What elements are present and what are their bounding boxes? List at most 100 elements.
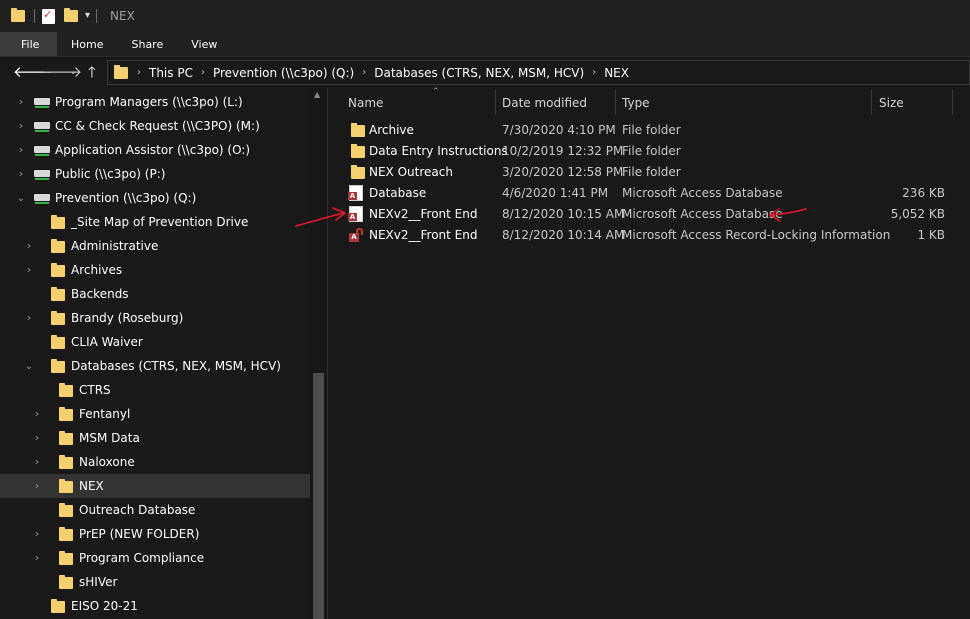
breadcrumb-nex[interactable]: NEX	[604, 66, 629, 80]
folder-icon[interactable]	[11, 8, 25, 22]
nav-item[interactable]: Backends	[0, 282, 310, 306]
nav-item-label: Databases (CTRS, NEX, MSM, HCV)	[71, 359, 281, 373]
chevron-right-icon[interactable]: ›	[15, 169, 27, 180]
folder-icon	[59, 575, 73, 589]
scroll-up-icon[interactable]: ▲	[314, 90, 320, 99]
nav-item-label: Backends	[71, 287, 129, 301]
chevron-right-icon[interactable]: ›	[31, 529, 43, 540]
breadcrumb-databases[interactable]: Databases (CTRS, NEX, MSM, HCV)	[374, 66, 584, 80]
nav-item[interactable]: › Fentanyl	[0, 402, 310, 426]
column-header-date[interactable]: Date modified	[502, 90, 587, 115]
chevron-right-icon[interactable]: ›	[15, 121, 27, 132]
properties-icon[interactable]	[42, 8, 55, 24]
chevron-right-icon[interactable]: ›	[31, 553, 43, 564]
nav-item[interactable]: ⌄ Databases (CTRS, NEX, MSM, HCV)	[0, 354, 310, 378]
nav-item[interactable]: Outreach Database	[0, 498, 310, 522]
nav-item-label: _Site Map of Prevention Drive	[71, 215, 249, 229]
file-row[interactable]: A NEXv2__Front End 8/12/2020 10:14 AM Micro…	[343, 225, 953, 246]
nav-item-label: CTRS	[79, 383, 111, 397]
chevron-right-icon[interactable]: ›	[23, 241, 35, 252]
chevron-right-icon[interactable]: ›	[31, 457, 43, 468]
column-header-name[interactable]: ⌃ Name	[348, 87, 440, 115]
nav-item[interactable]: › Administrative	[0, 234, 310, 258]
column-type-label: Type	[622, 95, 650, 110]
file-row[interactable]: A NEXv2__Front End 8/12/2020 10:15 AM Micro…	[343, 204, 953, 225]
breadcrumb-this-pc[interactable]: This PC	[149, 66, 193, 80]
nav-item-label: Program Managers (\\c3po) (L:)	[55, 95, 243, 109]
file-type: Microsoft Access Record-Locking Informat…	[622, 228, 891, 242]
chevron-right-icon[interactable]: ›	[201, 67, 205, 78]
chevron-right-icon[interactable]: ›	[137, 67, 141, 78]
toolbar-divider	[96, 9, 98, 23]
column-divider[interactable]	[952, 90, 953, 115]
new-folder-icon[interactable]	[64, 8, 78, 22]
folder-icon	[351, 165, 365, 179]
folder-icon	[114, 64, 128, 79]
recent-locations-chevron-icon[interactable]: ⌄	[69, 63, 77, 81]
customize-quick-access-icon[interactable]: ▾	[85, 11, 90, 21]
nav-item-label: MSM Data	[79, 431, 140, 445]
chevron-right-icon[interactable]: ›	[23, 313, 35, 324]
folder-icon	[59, 431, 73, 445]
nav-item[interactable]: › Application Assistor (\\c3po) (O:)	[0, 138, 310, 162]
file-row[interactable]: A Database 4/6/2020 1:41 PM Microsoft Acces…	[343, 183, 953, 204]
folder-icon	[51, 239, 65, 253]
network-drive-icon	[34, 168, 50, 180]
address-bar[interactable]: › This PC › Prevention (\\c3po) (Q:) › D…	[107, 60, 970, 85]
nav-item[interactable]: _Site Map of Prevention Drive	[0, 210, 310, 234]
chevron-down-icon[interactable]: ⌄	[23, 361, 35, 372]
toolbar-divider	[34, 9, 35, 23]
file-row[interactable]: Data Entry Instructions 10/2/2019 12:32 P…	[343, 141, 953, 162]
tab-file[interactable]: File	[0, 32, 57, 56]
folder-icon	[59, 479, 73, 493]
column-divider[interactable]	[495, 90, 496, 115]
breadcrumb-prevention[interactable]: Prevention (\\c3po) (Q:)	[213, 66, 354, 80]
file-row[interactable]: NEX Outreach 3/20/2020 12:58 PM File folde…	[343, 162, 953, 183]
file-row[interactable]: Archive 7/30/2020 4:10 PM File folder	[343, 120, 953, 141]
nav-item[interactable]: › Public (\\c3po) (P:)	[0, 162, 310, 186]
file-name: NEXv2__Front End	[369, 228, 478, 242]
scrollbar-thumb[interactable]	[313, 373, 324, 619]
up-arrow-icon[interactable]: 🡑	[88, 63, 96, 81]
nav-item[interactable]: CLIA Waiver	[0, 330, 310, 354]
nav-item[interactable]: › Program Managers (\\c3po) (L:)	[0, 90, 310, 114]
nav-item[interactable]: › Naloxone	[0, 450, 310, 474]
column-header-type[interactable]: Type	[622, 90, 650, 115]
chevron-right-icon[interactable]: ›	[592, 67, 596, 78]
file-date-modified: 10/2/2019 12:32 PM	[502, 144, 624, 158]
folder-icon	[51, 599, 65, 613]
nav-item-label: CC & Check Request (\\C3PO) (M:)	[55, 119, 260, 133]
folder-icon	[59, 527, 73, 541]
chevron-right-icon[interactable]: ›	[23, 265, 35, 276]
file-list: ⌃ Name Date modified Type Size Archive 7/…	[329, 87, 970, 619]
nav-item[interactable]: ⌄ Prevention (\\c3po) (Q:)	[0, 186, 310, 210]
chevron-right-icon[interactable]: ›	[31, 409, 43, 420]
nav-item[interactable]: › PrEP (NEW FOLDER)	[0, 522, 310, 546]
nav-item[interactable]: › MSM Data	[0, 426, 310, 450]
column-header-size[interactable]: Size	[879, 90, 904, 115]
tab-home[interactable]: Home	[57, 32, 117, 56]
nav-item[interactable]: › CC & Check Request (\\C3PO) (M:)	[0, 114, 310, 138]
nav-scrollbar[interactable]: ▲	[310, 88, 327, 619]
chevron-right-icon[interactable]: ›	[15, 97, 27, 108]
file-type: Microsoft Access Database	[622, 186, 783, 200]
nav-item[interactable]: › NEX	[0, 474, 310, 498]
column-divider[interactable]	[871, 90, 872, 115]
nav-item[interactable]: › Archives	[0, 258, 310, 282]
window-title: NEX	[110, 9, 135, 23]
nav-item-label: Program Compliance	[79, 551, 205, 565]
chevron-right-icon[interactable]: ›	[31, 433, 43, 444]
chevron-right-icon[interactable]: ›	[15, 145, 27, 156]
tab-view[interactable]: View	[177, 32, 231, 56]
column-divider[interactable]	[615, 90, 616, 115]
nav-item[interactable]: sHIVer	[0, 570, 310, 594]
nav-item[interactable]: EISO 20-21	[0, 594, 310, 618]
nav-item[interactable]: › Brandy (Roseburg)	[0, 306, 310, 330]
nav-item[interactable]: › Program Compliance	[0, 546, 310, 570]
chevron-right-icon[interactable]: ›	[31, 481, 43, 492]
tab-share[interactable]: Share	[117, 32, 177, 56]
nav-item[interactable]: CTRS	[0, 378, 310, 402]
chevron-right-icon[interactable]: ›	[362, 67, 366, 78]
chevron-down-icon[interactable]: ⌄	[15, 193, 27, 204]
folder-icon	[59, 407, 73, 421]
